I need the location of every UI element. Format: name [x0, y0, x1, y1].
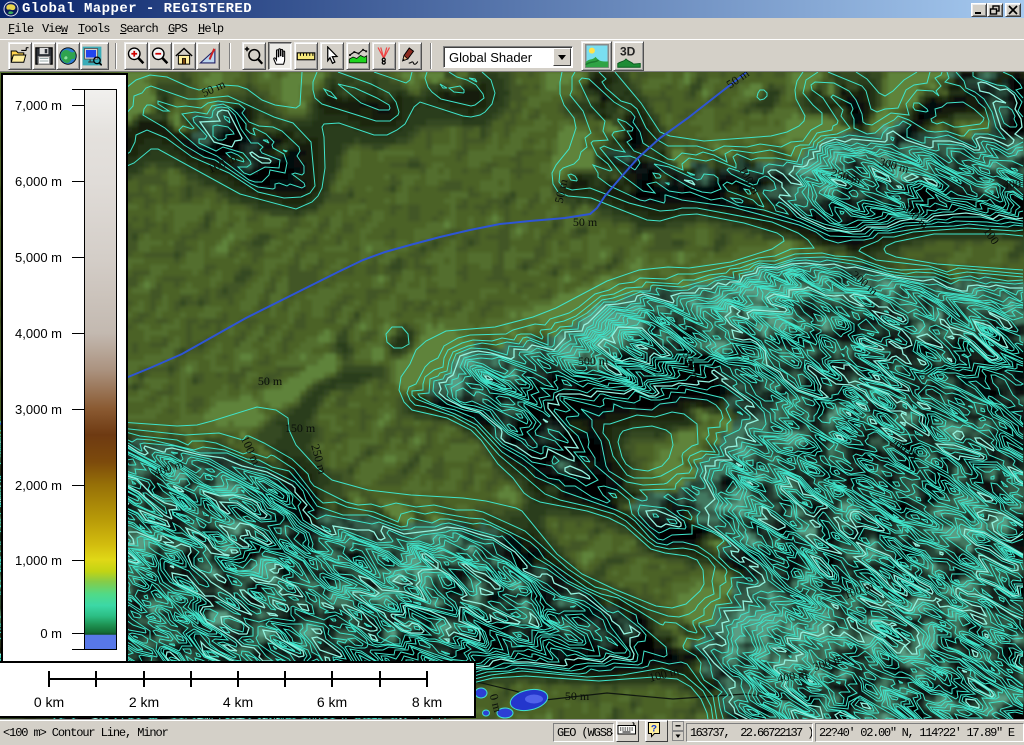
svg-text:400: 400: [1003, 177, 1021, 191]
svg-text:50 m: 50 m: [573, 215, 598, 229]
svg-text:150 m: 150 m: [285, 421, 316, 435]
svg-text:50 m: 50 m: [258, 374, 283, 388]
svg-text:50 m: 50 m: [565, 689, 590, 703]
svg-text:500 m: 500 m: [578, 354, 609, 368]
svg-text:3D: 3D: [620, 44, 636, 58]
